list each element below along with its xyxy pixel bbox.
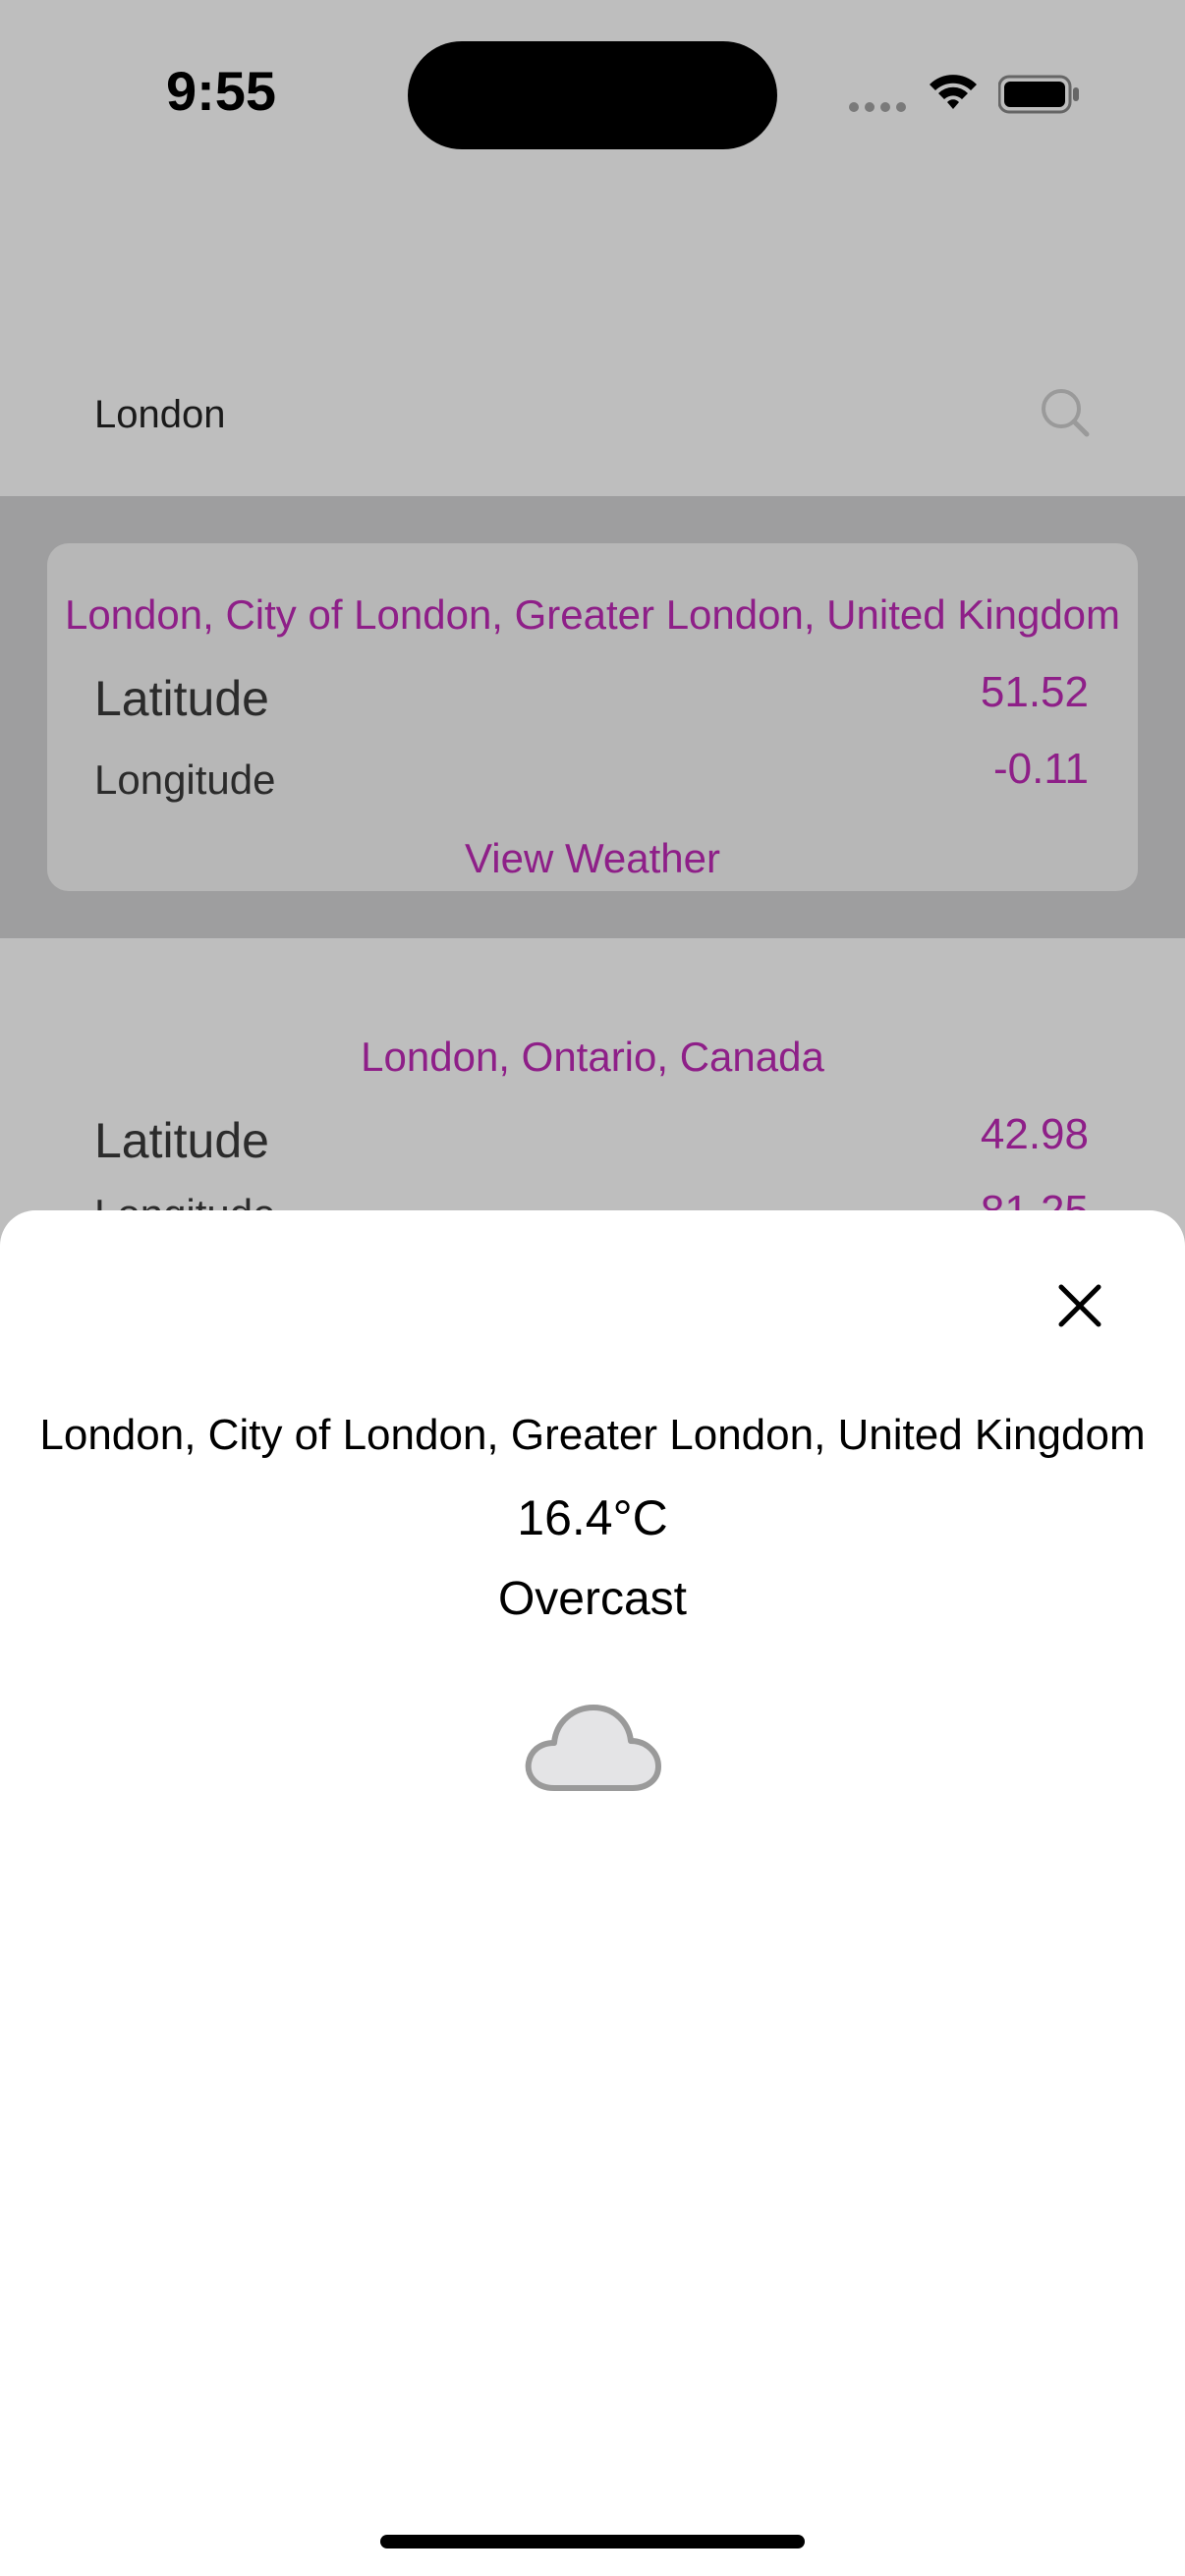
latitude-label: Latitude — [94, 1113, 269, 1168]
view-weather-button[interactable]: View Weather — [0, 835, 1185, 882]
cloud-icon — [525, 1705, 661, 1791]
battery-icon — [998, 75, 1079, 114]
status-time: 9:55 — [165, 60, 277, 122]
close-button[interactable] — [1045, 1271, 1114, 1340]
latitude-value: 42.98 — [980, 1110, 1089, 1158]
weather-location: London, City of London, Greater London, … — [39, 1411, 1146, 1459]
result-place-name: London, City of London, Greater London, … — [64, 591, 1121, 638]
latitude-label: Latitude — [94, 671, 269, 726]
dynamic-island — [408, 41, 777, 149]
home-indicator — [380, 2535, 805, 2548]
search-icon[interactable] — [1040, 387, 1091, 438]
latitude-value: 51.52 — [980, 668, 1089, 716]
longitude-label: Longitude — [94, 756, 276, 803]
longitude-value: -0.11 — [992, 745, 1089, 793]
weather-temperature: 16.4°C — [517, 1490, 668, 1545]
close-icon — [1058, 1284, 1101, 1327]
cellular-signal-icon — [849, 102, 908, 114]
result-place-name: London, Ontario, Canada — [361, 1034, 824, 1080]
weather-condition: Overcast — [497, 1573, 688, 1625]
search-input[interactable] — [94, 383, 979, 446]
app-screen: 9:55 London, City of London, Greater Lon… — [0, 0, 1185, 2576]
wifi-icon — [930, 75, 977, 109]
